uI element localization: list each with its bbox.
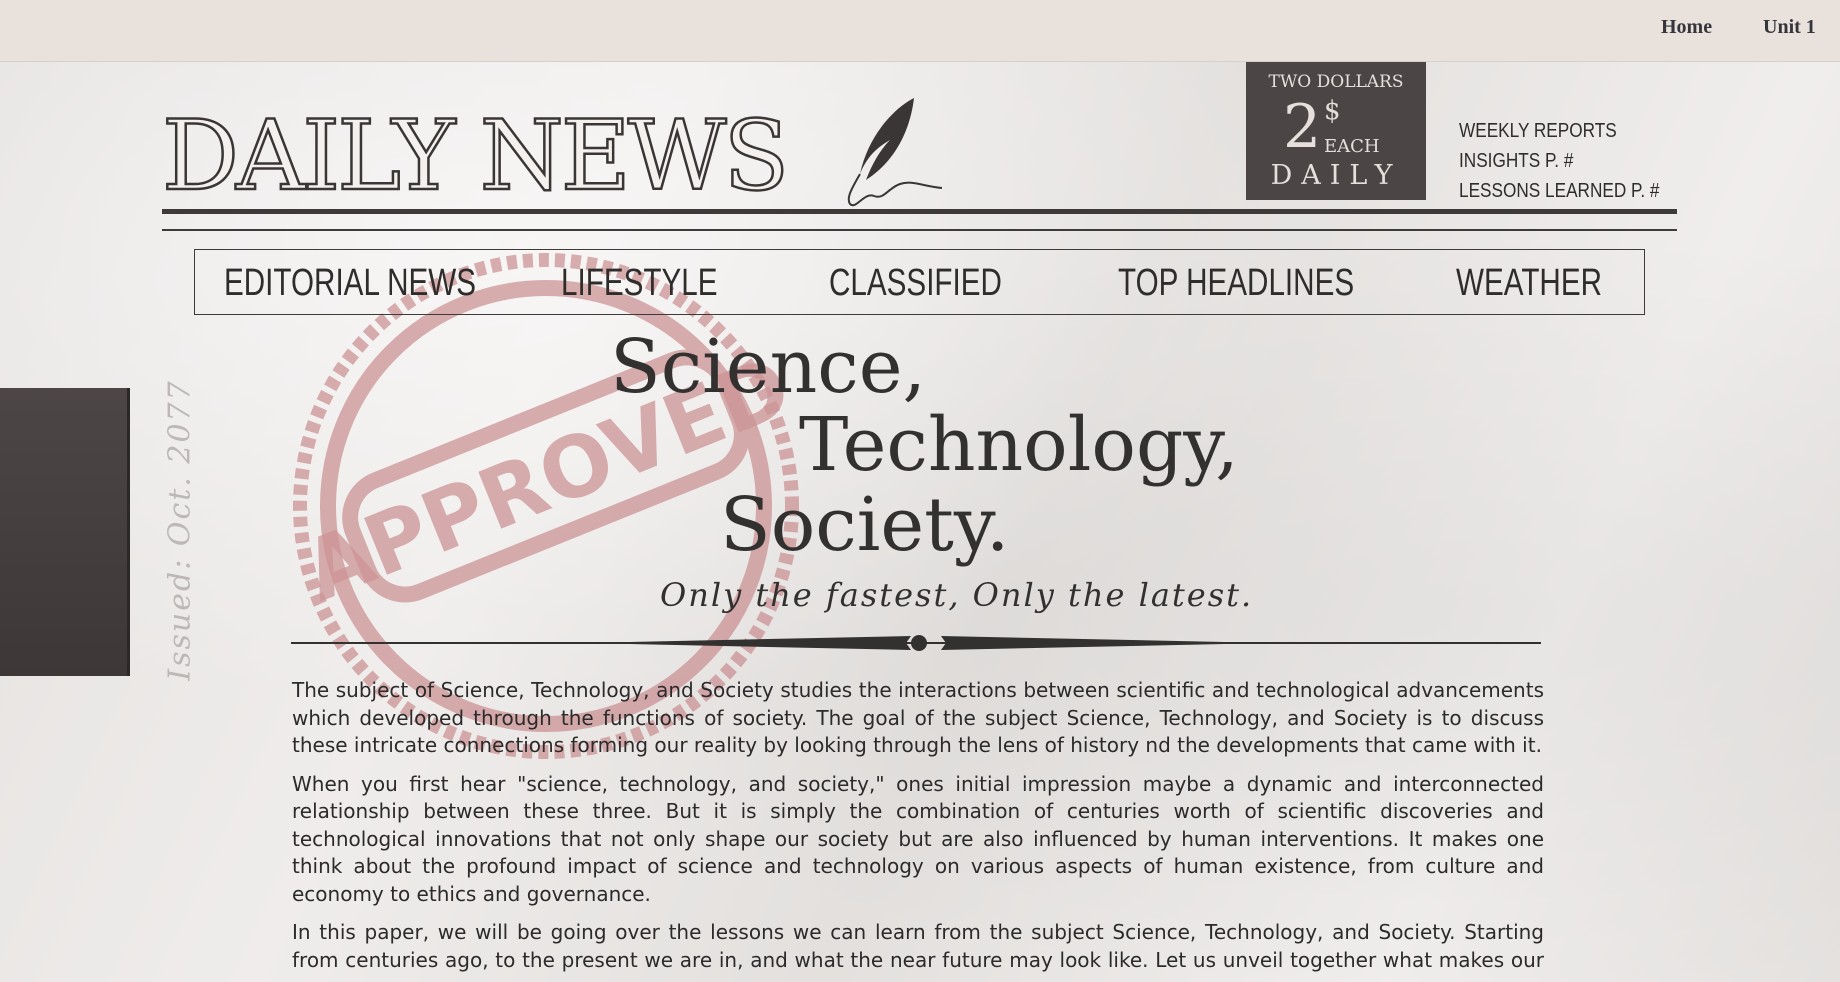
masthead-rule-thin [162, 229, 1677, 231]
category-lifestyle[interactable]: LIFESTYLE [561, 262, 717, 305]
nav-home-link[interactable]: Home [1661, 16, 1712, 39]
category-top-headlines[interactable]: TOP HEADLINES [1118, 262, 1354, 305]
article-body: The subject of Science, Technology, and … [292, 677, 1544, 982]
ornamental-divider [291, 635, 1541, 651]
category-editorial-news[interactable]: EDITORIAL NEWS [224, 262, 476, 305]
price-box: TWO DOLLARS 2 $ EACH DAILY [1246, 62, 1426, 200]
issued-date: Issued: Oct. 2077 [162, 379, 198, 681]
headline-line-1: Science, [610, 324, 927, 410]
tagline: Only the fastest, Only the latest. [660, 576, 1254, 614]
newspaper-page: APPROVED DAILY NEWS TWO DOLLARS 2 $ EACH… [0, 62, 1840, 982]
side-link-lessons-learned[interactable]: LESSONS LEARNED P. # [1459, 176, 1659, 206]
side-link-weekly-reports[interactable]: WEEKLY REPORTS [1459, 116, 1659, 146]
masthead-title: DAILY NEWS [161, 100, 791, 212]
nav-unit1-link[interactable]: Unit 1 [1763, 16, 1816, 39]
masthead-rule-thick [162, 209, 1677, 214]
top-navbar: Home Unit 1 [0, 0, 1840, 62]
category-classified[interactable]: CLASSIFIED [829, 262, 1002, 305]
quill-icon [847, 98, 943, 207]
price-amount: 2 [1283, 92, 1322, 162]
headline-line-3: Society. [720, 482, 1010, 568]
side-links: WEEKLY REPORTS INSIGHTS P. # LESSONS LEA… [1459, 116, 1659, 206]
category-nav: EDITORIAL NEWS LIFESTYLE CLASSIFIED TOP … [194, 249, 1645, 315]
price-top-label: TWO DOLLARS [1268, 72, 1404, 92]
side-dark-tab [0, 388, 130, 676]
side-link-insights[interactable]: INSIGHTS P. # [1459, 146, 1659, 176]
headline-line-2: Technology, [799, 402, 1239, 488]
price-frequency: DAILY [1270, 160, 1402, 191]
article-paragraph-2: When you first hear "science, technology… [292, 771, 1544, 906]
article-paragraph-1: The subject of Science, Technology, and … [292, 678, 1544, 757]
category-weather[interactable]: WEATHER [1456, 262, 1602, 305]
price-each: EACH [1324, 136, 1380, 157]
article-paragraph-3: In this paper, we will be going over the… [292, 920, 1544, 982]
price-currency: $ [1324, 96, 1341, 126]
